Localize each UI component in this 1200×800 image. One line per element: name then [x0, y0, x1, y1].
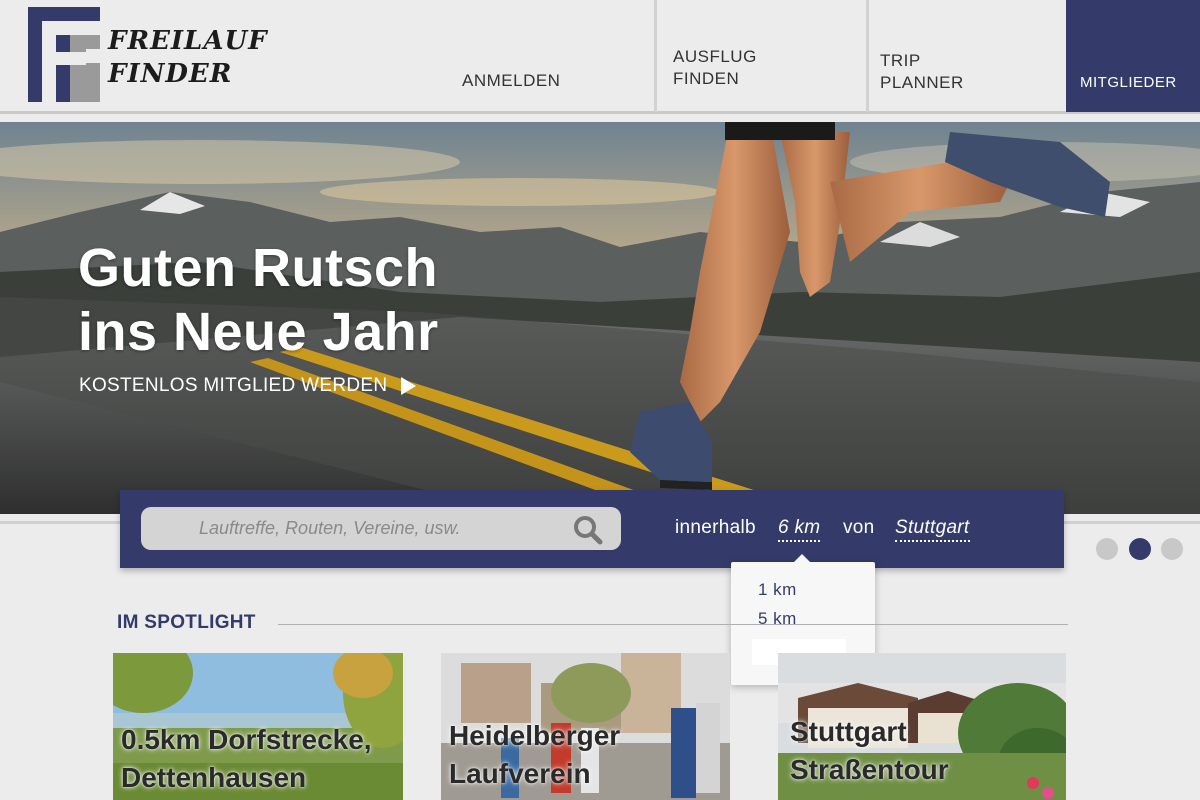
- card-title-line-2: Dettenhausen: [121, 762, 307, 793]
- nav-anmelden-label: ANMELDEN: [462, 71, 561, 90]
- spotlight-card[interactable]: 0.5km Dorfstrecke, Dettenhausen: [113, 653, 403, 800]
- site-header: FREILAUF FINDER ANMELDEN AUSFLUG FINDEN …: [0, 0, 1200, 114]
- city-select[interactable]: Stuttgart: [895, 517, 970, 542]
- dropdown-pointer: [794, 554, 810, 562]
- logo-mark-icon: [28, 7, 100, 102]
- logo-line-1: FREILAUF: [108, 26, 268, 56]
- carousel-dot-3[interactable]: [1161, 538, 1183, 560]
- nav-mitglieder-label: MITGLIEDER: [1080, 74, 1177, 91]
- search-input[interactable]: [141, 507, 561, 550]
- distance-option-5km[interactable]: 5 km: [758, 609, 797, 629]
- nav-ausflug-line-1: AUSFLUG: [673, 47, 757, 66]
- nav-anmelden[interactable]: ANMELDEN: [462, 0, 652, 112]
- distance-option-1km[interactable]: 1 km: [758, 580, 797, 600]
- nav-trip-planner[interactable]: TRIP PLANNER: [880, 0, 1060, 112]
- card-title: 0.5km Dorfstrecke, Dettenhausen: [121, 721, 372, 797]
- search-field: [141, 507, 621, 550]
- logo-line-2: FINDER: [108, 59, 233, 89]
- join-free-cta-label: KOSTENLOS MITGLIED WERDEN: [79, 375, 388, 396]
- spotlight-divider: [278, 624, 1068, 625]
- carousel-dot-2-active[interactable]: [1129, 538, 1151, 560]
- from-label: von: [843, 517, 875, 538]
- hero-banner: Guten Rutsch ins Neue Jahr KOSTENLOS MIT…: [0, 122, 1200, 514]
- spotlight-card[interactable]: Stuttgart Straßentour: [778, 653, 1066, 800]
- nav-mitglieder[interactable]: MITGLIEDER: [1066, 0, 1200, 112]
- page: FREILAUF FINDER ANMELDEN AUSFLUG FINDEN …: [0, 0, 1200, 800]
- nav-divider: [654, 0, 657, 112]
- card-title-line-1: Heidelberger: [449, 720, 621, 751]
- spotlight-card[interactable]: Heidelberger Laufverein: [441, 653, 730, 800]
- card-title: Heidelberger Laufverein: [449, 717, 620, 793]
- hero-headline-line-1: Guten Rutsch: [78, 238, 439, 298]
- hero-headline-line-2: ins Neue Jahr: [78, 302, 439, 362]
- spotlight-heading: IM SPOTLIGHT: [117, 612, 256, 633]
- nav-trip-line-1: TRIP: [880, 51, 921, 70]
- join-free-cta[interactable]: KOSTENLOS MITGLIED WERDEN: [79, 375, 417, 397]
- search-bar: innerhalb 6 km von Stuttgart: [120, 490, 1064, 568]
- nav-ausflug-finden[interactable]: AUSFLUG FINDEN: [673, 0, 863, 112]
- card-title-line-2: Straßentour: [790, 754, 949, 785]
- nav-trip-line-2: PLANNER: [880, 73, 964, 92]
- card-title-line-2: Laufverein: [449, 758, 591, 789]
- logo-wordmark: FREILAUF FINDER: [108, 25, 268, 91]
- search-icon[interactable]: [573, 515, 603, 545]
- hero-headline: Guten Rutsch ins Neue Jahr: [78, 236, 439, 364]
- play-arrow-icon: [401, 377, 417, 395]
- nav-divider: [866, 0, 869, 112]
- logo[interactable]: FREILAUF FINDER: [28, 7, 267, 102]
- card-title: Stuttgart Straßentour: [790, 713, 949, 789]
- carousel-dot-1[interactable]: [1096, 538, 1118, 560]
- nav-trip-label: TRIP PLANNER: [880, 50, 964, 94]
- card-title-line-1: 0.5km Dorfstrecke,: [121, 724, 372, 755]
- nav-ausflug-line-2: FINDEN: [673, 69, 740, 88]
- card-title-line-1: Stuttgart: [790, 716, 907, 747]
- within-label: innerhalb: [675, 517, 756, 538]
- nav-ausflug-label: AUSFLUG FINDEN: [673, 46, 757, 90]
- distance-select[interactable]: 6 km: [778, 517, 821, 542]
